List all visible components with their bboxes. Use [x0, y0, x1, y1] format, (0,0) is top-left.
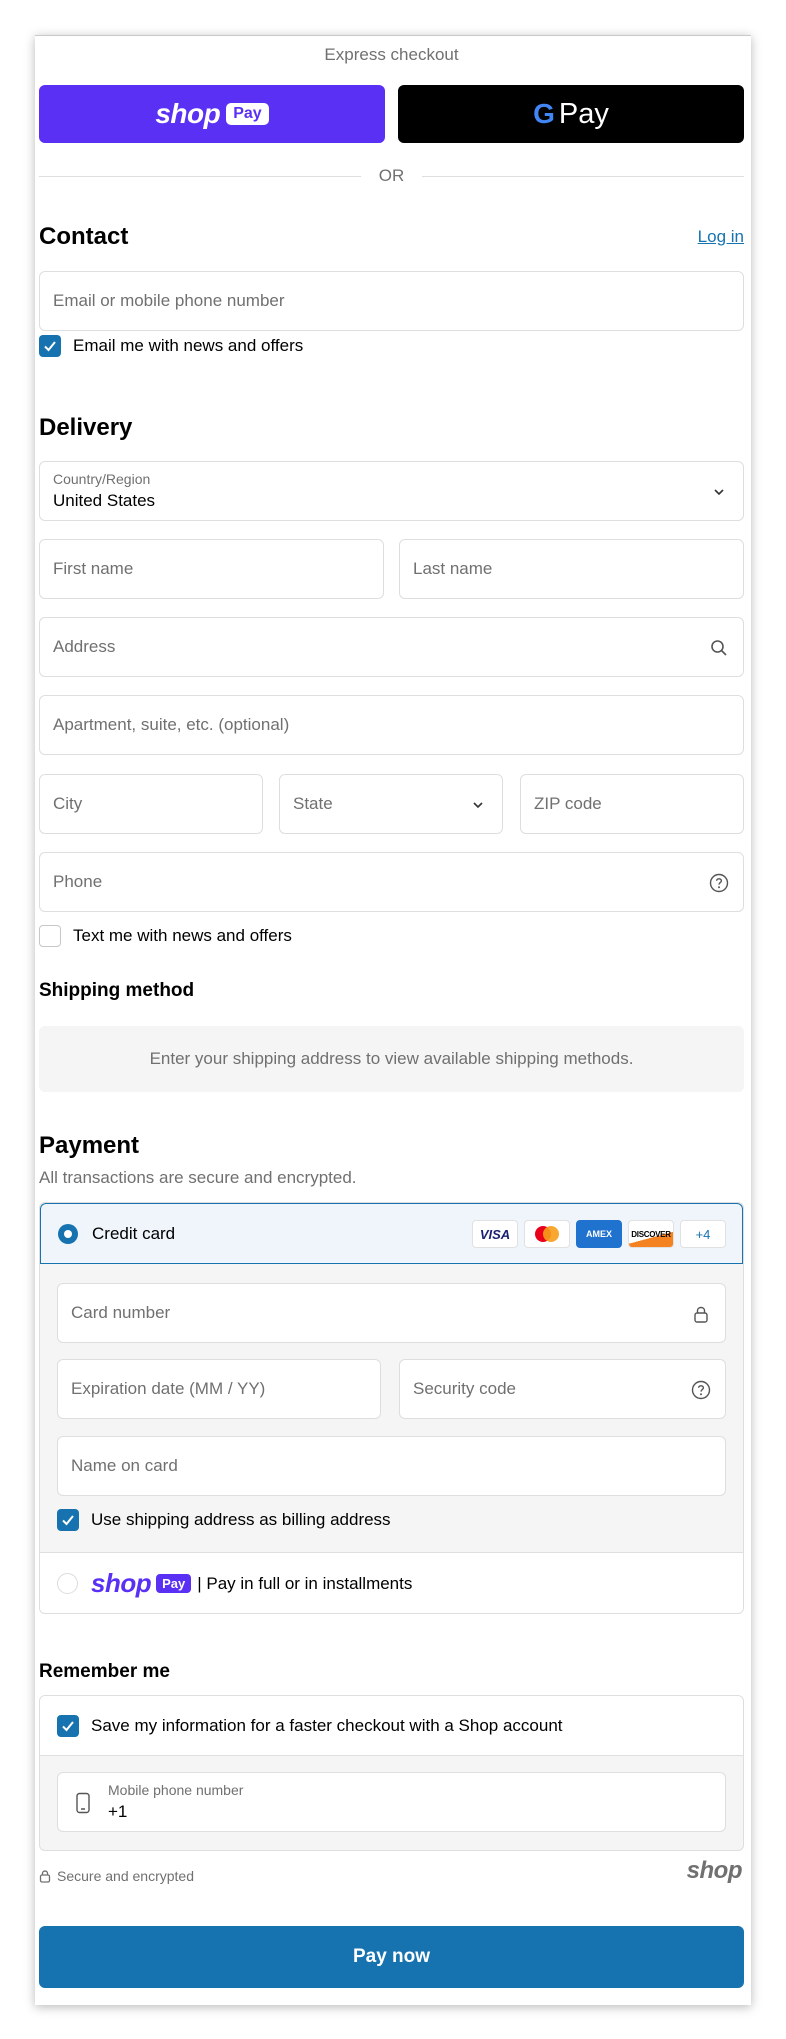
- credit-card-radio[interactable]: [58, 1224, 78, 1244]
- email-placeholder: Email or mobile phone number: [53, 291, 285, 310]
- shop-pay-logo-pill: Pay: [156, 1574, 192, 1593]
- check-icon: [62, 1721, 74, 1732]
- first-name-placeholder: First name: [53, 559, 134, 578]
- email-news-checkbox[interactable]: [39, 335, 61, 357]
- card-number-field[interactable]: Card number: [57, 1283, 726, 1343]
- check-icon: [62, 1515, 74, 1526]
- card-number-placeholder: Card number: [71, 1303, 171, 1322]
- shipping-methods-message: Enter your shipping address to view avai…: [149, 1049, 634, 1068]
- check-icon: [44, 341, 56, 352]
- billing-same-checkbox[interactable]: [57, 1509, 79, 1531]
- shop-pay-logo-word: shop: [155, 98, 221, 129]
- address-field[interactable]: Address: [39, 617, 744, 677]
- or-divider: OR: [39, 166, 744, 186]
- payment-subtitle: All transactions are secure and encrypte…: [39, 1168, 357, 1187]
- billing-same-option[interactable]: Use shipping address as billing address: [57, 1508, 391, 1532]
- save-info-option[interactable]: Save my information for a faster checkou…: [40, 1696, 743, 1756]
- express-checkout-label: Express checkout: [324, 45, 459, 64]
- lock-icon: [39, 1870, 51, 1883]
- last-name-placeholder: Last name: [413, 559, 493, 578]
- shop-pay-radio[interactable]: [57, 1573, 78, 1594]
- credit-card-option[interactable]: Credit card VISA AMEX DISCOVER +4: [40, 1203, 743, 1264]
- address-placeholder: Address: [53, 637, 116, 656]
- help-icon[interactable]: [691, 1380, 711, 1400]
- phone-placeholder: Phone: [53, 872, 103, 891]
- zip-placeholder: ZIP code: [534, 794, 602, 813]
- visa-icon: VISA: [472, 1220, 518, 1248]
- delivery-heading: Delivery: [39, 414, 133, 441]
- country-select[interactable]: Country/Region United States: [39, 461, 744, 521]
- checkout-frame: Express checkout shop Pay G Pay OR Conta…: [35, 35, 751, 2005]
- help-icon[interactable]: [709, 873, 729, 893]
- expiration-placeholder: Expiration date (MM / YY): [71, 1379, 266, 1398]
- email-field[interactable]: Email or mobile phone number: [39, 271, 744, 331]
- shop-logo: shop: [686, 1857, 743, 1884]
- sms-news-checkbox[interactable]: [39, 925, 61, 947]
- mobile-phone-icon: [76, 1792, 90, 1814]
- last-name-field[interactable]: Last name: [399, 539, 744, 599]
- expiration-field[interactable]: Expiration date (MM / YY): [57, 1359, 381, 1419]
- secure-text: Secure and encrypted: [57, 1868, 194, 1884]
- pay-now-button[interactable]: Pay now: [39, 1926, 744, 1988]
- login-link[interactable]: Log in: [698, 227, 744, 247]
- name-on-card-field[interactable]: Name on card: [57, 1436, 726, 1496]
- sms-news-label: Text me with news and offers: [73, 926, 292, 945]
- security-code-placeholder: Security code: [413, 1379, 516, 1398]
- email-news-option[interactable]: Email me with news and offers: [39, 334, 303, 358]
- mobile-phone-value: +1: [108, 1802, 128, 1821]
- contact-heading: Contact: [39, 223, 129, 250]
- first-name-field[interactable]: First name: [39, 539, 384, 599]
- remember-me-heading: Remember me: [39, 1661, 170, 1682]
- shop-pay-logo: shop Pay | Pay in full or in installment…: [91, 1568, 412, 1599]
- city-field[interactable]: City: [39, 774, 263, 834]
- lock-icon: [694, 1306, 708, 1323]
- shop-pay-installments-label: | Pay in full or in installments: [197, 1573, 413, 1593]
- name-on-card-placeholder: Name on card: [71, 1456, 178, 1475]
- search-icon[interactable]: [709, 638, 729, 658]
- phone-field[interactable]: Phone: [39, 852, 744, 912]
- shop-pay-button[interactable]: shop Pay: [39, 85, 385, 143]
- shipping-method-heading: Shipping method: [39, 980, 195, 1001]
- save-info-row[interactable]: Save my information for a faster checkou…: [57, 1714, 563, 1738]
- zip-field[interactable]: ZIP code: [520, 774, 744, 834]
- google-g-icon: G: [533, 98, 555, 129]
- secure-note: Secure and encrypted: [39, 1868, 194, 1884]
- mastercard-icon: [524, 1220, 570, 1248]
- amex-icon: AMEX: [576, 1220, 622, 1248]
- email-news-label: Email me with news and offers: [73, 336, 304, 355]
- billing-same-label: Use shipping address as billing address: [91, 1510, 391, 1529]
- mobile-phone-label: Mobile phone number: [108, 1782, 244, 1798]
- or-text: OR: [378, 166, 405, 185]
- apartment-placeholder: Apartment, suite, etc. (optional): [53, 715, 290, 734]
- shop-pay-logo-word: shop: [91, 1568, 152, 1598]
- shop-pay-installments-option[interactable]: shop Pay | Pay in full or in installment…: [40, 1552, 743, 1613]
- google-pay-text: Pay: [558, 97, 609, 130]
- mobile-phone-field[interactable]: Mobile phone number +1: [57, 1772, 726, 1832]
- city-placeholder: City: [53, 794, 83, 813]
- chevron-down-icon: [473, 802, 483, 809]
- shop-pay-logo-pill: Pay: [226, 103, 269, 125]
- remember-me-box: Save my information for a faster checkou…: [39, 1695, 744, 1851]
- credit-card-label: Credit card: [92, 1224, 176, 1243]
- save-info-label: Save my information for a faster checkou…: [91, 1716, 563, 1735]
- country-label: Country/Region: [53, 471, 151, 487]
- card-brand-list: VISA AMEX DISCOVER +4: [472, 1220, 726, 1248]
- more-cards-badge: +4: [680, 1220, 726, 1248]
- payment-methods-box: Credit card VISA AMEX DISCOVER +4 Card n…: [39, 1202, 744, 1614]
- apartment-field[interactable]: Apartment, suite, etc. (optional): [39, 695, 744, 755]
- payment-heading: Payment: [39, 1132, 140, 1159]
- google-pay-button[interactable]: G Pay: [398, 85, 744, 143]
- chevron-down-icon: [714, 489, 724, 496]
- state-placeholder: State: [293, 794, 333, 813]
- country-value: United States: [53, 491, 156, 510]
- security-code-field[interactable]: Security code: [399, 1359, 726, 1419]
- sms-news-option[interactable]: Text me with news and offers: [39, 924, 292, 948]
- shipping-methods-placeholder: Enter your shipping address to view avai…: [39, 1026, 744, 1092]
- state-select[interactable]: State: [279, 774, 503, 834]
- save-info-checkbox[interactable]: [57, 1715, 79, 1737]
- discover-icon: DISCOVER: [628, 1220, 674, 1248]
